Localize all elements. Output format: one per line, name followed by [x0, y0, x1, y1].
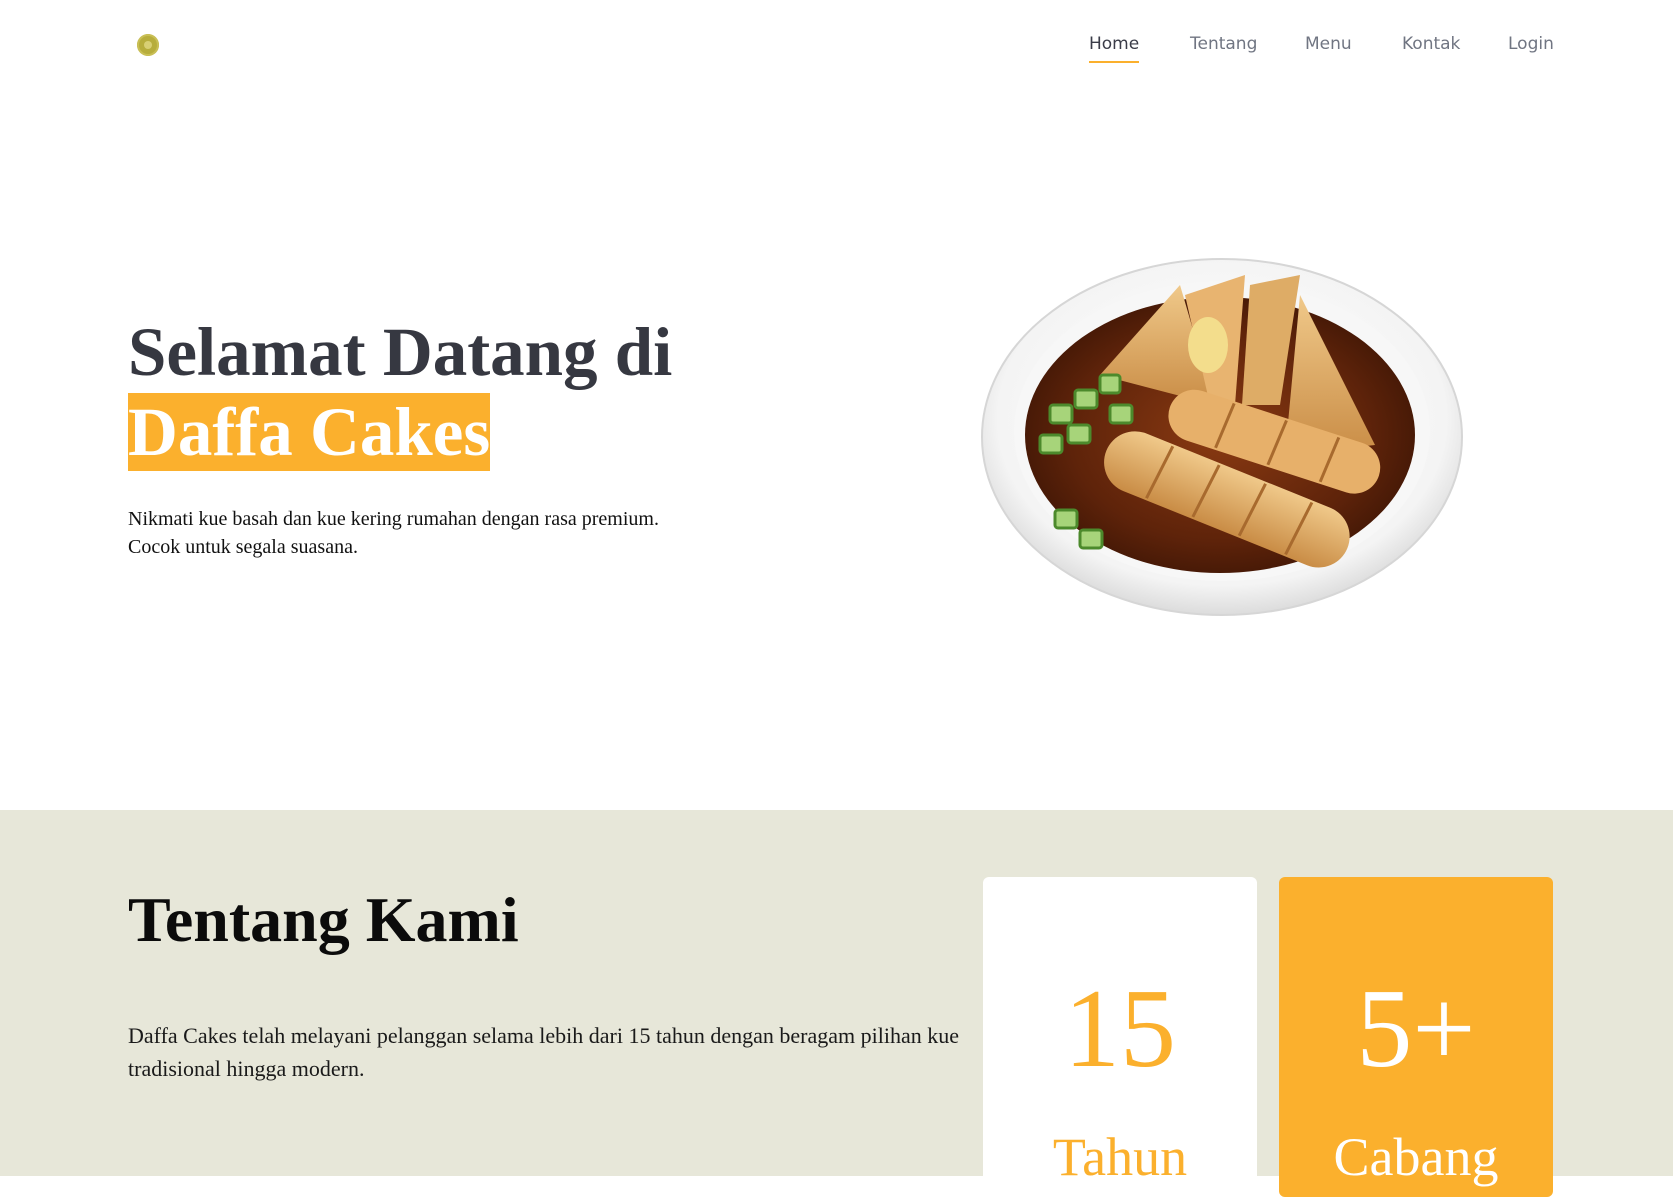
- hero-brand-highlight: Daffa Cakes: [128, 393, 491, 471]
- stat-years-value: 15: [1064, 967, 1176, 1091]
- about-title: Tentang Kami: [128, 884, 519, 955]
- nav-link-kontak[interactable]: Kontak: [1402, 33, 1460, 55]
- hero-description: Nikmati kue basah dan kue kering rumahan…: [128, 505, 688, 561]
- hero-description-line1: Nikmati kue basah dan kue kering rumahan…: [128, 508, 659, 530]
- bakery-logo-icon[interactable]: [137, 34, 159, 56]
- nav-link-menu[interactable]: Menu: [1305, 33, 1352, 55]
- about-section: Tentang Kami Daffa Cakes telah melayani …: [0, 810, 1673, 1197]
- stat-years-label: Tahun: [1052, 1127, 1188, 1187]
- about-description: Daffa Cakes telah melayani pelanggan sel…: [128, 1023, 960, 1081]
- stat-card-branches: 5+ Cabang: [1279, 877, 1553, 1197]
- nav-link-tentang[interactable]: Tentang: [1190, 33, 1257, 55]
- nav-link-login[interactable]: Login: [1508, 33, 1554, 55]
- site-header: Home Tentang Menu Kontak Login: [0, 0, 1673, 90]
- stat-card-years: 15 Tahun: [983, 877, 1257, 1197]
- nav-link-home[interactable]: Home: [1089, 33, 1140, 63]
- hero-description-line2: Cocok untuk segala suasana.: [128, 536, 358, 558]
- pempek-bowl-image: [981, 258, 1463, 616]
- stat-branches-value: 5+: [1356, 967, 1476, 1091]
- hero-title: Selamat Datang di: [128, 314, 673, 390]
- stat-branches-label: Cabang: [1333, 1127, 1499, 1187]
- logo-center: [144, 41, 152, 49]
